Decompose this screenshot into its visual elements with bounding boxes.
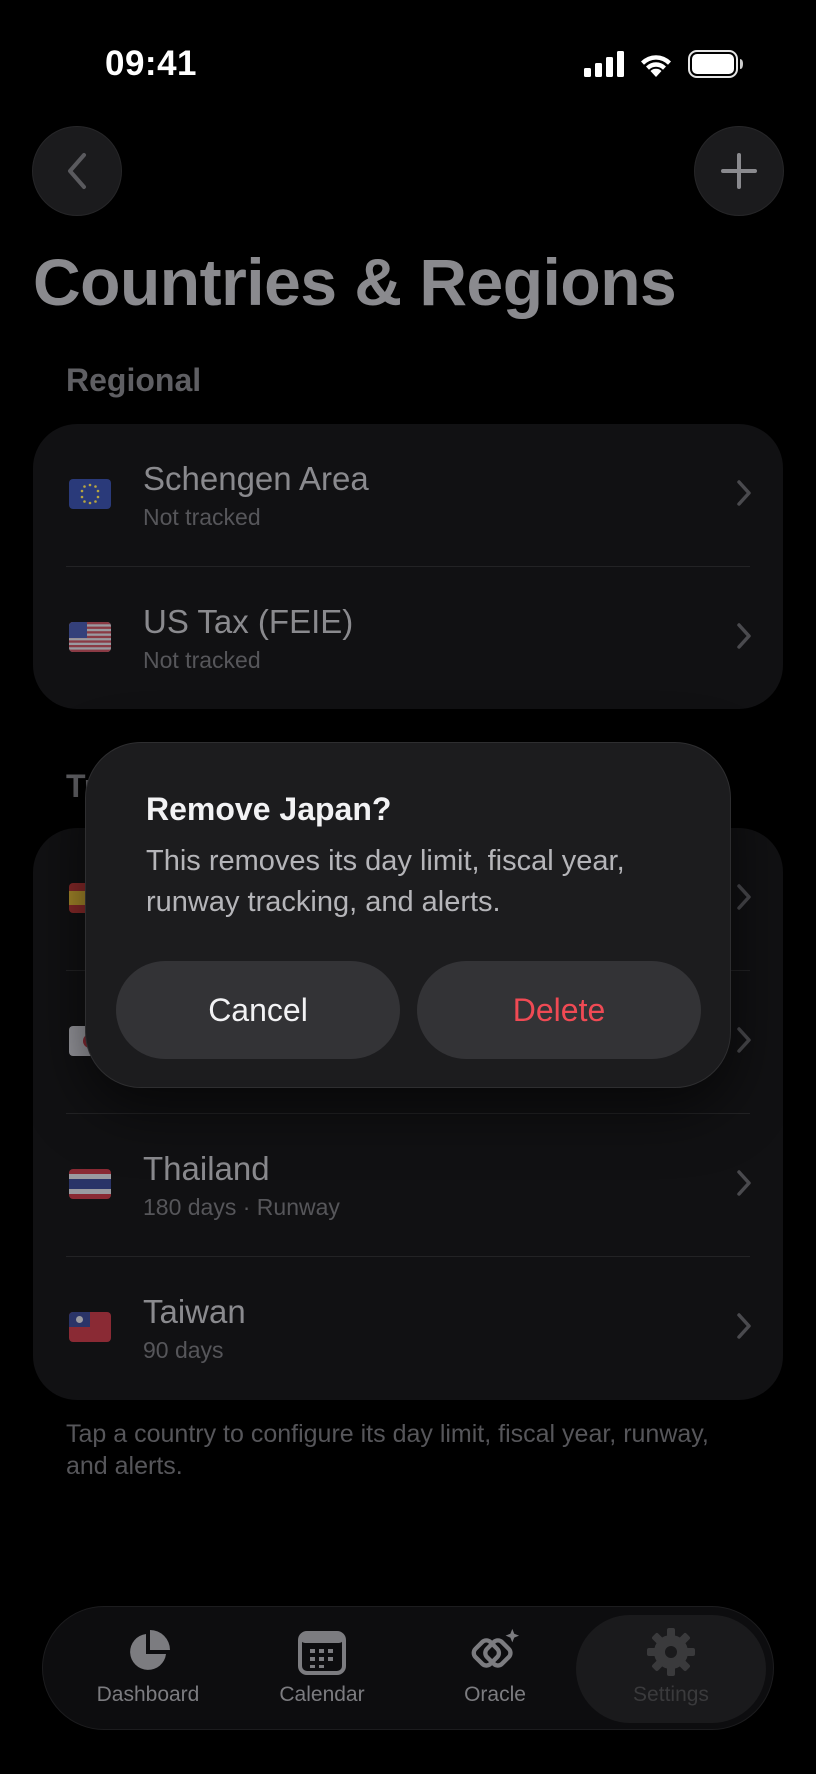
back-button[interactable] — [32, 126, 122, 216]
tab-bar: Dashboard Calendar Oracle Settings — [42, 1606, 774, 1730]
remove-country-dialog: Remove Japan? This removes its day limit… — [85, 742, 731, 1088]
row-title: US Tax (FEIE) — [143, 603, 354, 640]
tab-oracle[interactable]: Oracle — [410, 1615, 580, 1723]
status-bar: 09:41 — [0, 0, 816, 130]
plus-icon — [721, 153, 757, 189]
delete-button[interactable]: Delete — [417, 961, 701, 1059]
row-subtitle: Not tracked — [143, 647, 261, 673]
tab-settings[interactable]: Settings — [576, 1615, 766, 1723]
tab-dashboard[interactable]: Dashboard — [63, 1615, 233, 1723]
country-row-thailand[interactable]: Thailand 180 days · Runway — [33, 1114, 783, 1257]
footnote: Tap a country to configure its day limit… — [66, 1420, 709, 1480]
section-header-regional: Regional — [66, 362, 202, 398]
eu-flag-icon — [69, 479, 111, 509]
calendar-icon — [297, 1627, 347, 1677]
tw-flag-icon — [69, 1312, 111, 1342]
dialog-title: Remove Japan? — [146, 791, 392, 827]
regional-card: Schengen Area Not tracked US Tax (FEIE) … — [33, 424, 783, 709]
status-time: 09:41 — [105, 44, 198, 83]
chevron-right-icon — [737, 623, 751, 649]
row-title: Schengen Area — [143, 460, 369, 497]
chevron-left-icon — [68, 153, 86, 189]
cellular-signal-icon — [584, 51, 624, 77]
tab-label: Calendar — [279, 1683, 365, 1706]
battery-icon — [688, 50, 743, 78]
row-subtitle: 180 days · Runway — [143, 1194, 340, 1220]
us-flag-icon — [69, 622, 111, 652]
chevron-right-icon — [737, 1313, 751, 1339]
cancel-button[interactable]: Cancel — [116, 961, 400, 1059]
oracle-icon — [470, 1627, 520, 1677]
tab-label: Oracle — [464, 1683, 526, 1706]
country-row-taiwan[interactable]: Taiwan 90 days — [33, 1257, 783, 1400]
chevron-right-icon — [737, 884, 751, 910]
row-title: Thailand — [143, 1150, 270, 1187]
chevron-right-icon — [737, 1170, 751, 1196]
row-title: Taiwan — [143, 1293, 246, 1330]
dialog-message: This removes its day limit, fiscal year,… — [146, 845, 625, 918]
pie-chart-icon — [123, 1627, 173, 1677]
chevron-right-icon — [737, 1027, 751, 1053]
country-row-us-tax[interactable]: US Tax (FEIE) Not tracked — [33, 567, 783, 710]
wifi-icon — [641, 55, 671, 77]
tab-calendar[interactable]: Calendar — [237, 1615, 407, 1723]
status-icons — [584, 50, 744, 78]
tab-label: Dashboard — [96, 1683, 200, 1706]
tab-label: Settings — [633, 1683, 709, 1706]
country-row-schengen[interactable]: Schengen Area Not tracked — [33, 424, 783, 567]
row-subtitle: Not tracked — [143, 504, 261, 530]
add-button[interactable] — [694, 126, 784, 216]
page-title: Countries & Regions — [33, 245, 677, 319]
row-subtitle: 90 days — [143, 1337, 224, 1363]
gear-icon — [646, 1627, 696, 1677]
th-flag-icon — [69, 1169, 111, 1199]
chevron-right-icon — [737, 480, 751, 506]
